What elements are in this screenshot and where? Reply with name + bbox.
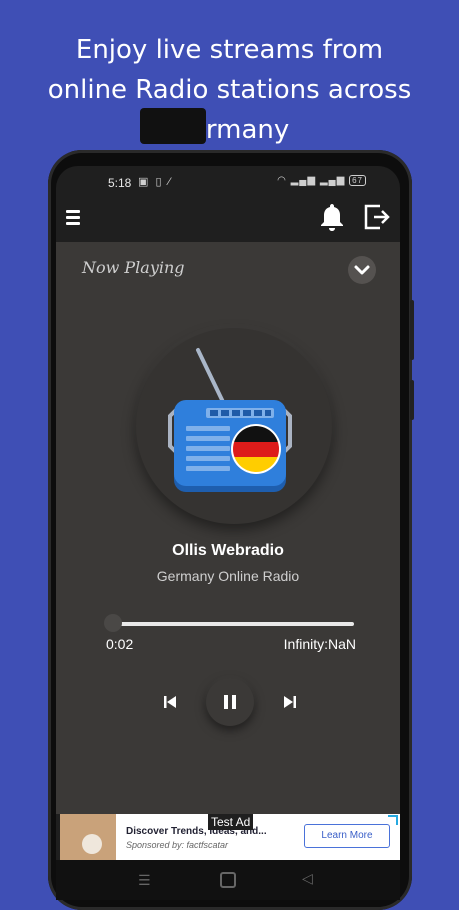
collapse-button[interactable] xyxy=(348,256,376,284)
pause-icon xyxy=(224,695,236,709)
ad-sponsor: Sponsored by: factfscatar xyxy=(126,840,229,850)
popup-camera xyxy=(140,108,206,144)
radio-germany-flag-icon xyxy=(168,348,292,492)
phone-side-button xyxy=(410,300,414,360)
promo-headline-line-3: Germany xyxy=(169,115,290,145)
ad-thumbnail xyxy=(60,814,116,860)
promo-headline: Enjoy live streams from online Radio sta… xyxy=(0,30,459,150)
promo-headline-line-1: Enjoy live streams from xyxy=(75,35,384,65)
wifi-icon: ◠ xyxy=(277,175,287,186)
pause-button[interactable] xyxy=(206,678,254,726)
total-time: Infinity:NaN xyxy=(283,636,356,652)
app-screen: 5:18 ▣ ▯ ⁄ ◠ ▂▄▆ ▂▄▆ 67 Now Playing Olli… xyxy=(56,166,400,900)
bell-icon[interactable] xyxy=(318,202,346,232)
signal-icon: ▂▄▆ xyxy=(290,175,317,186)
recent-apps-icon[interactable]: ☰ xyxy=(138,872,151,889)
back-icon[interactable]: ◁ xyxy=(302,870,313,887)
skip-previous-icon[interactable] xyxy=(162,694,178,710)
signal-icon: ▂▄▆ xyxy=(319,175,346,186)
playback-progress-handle[interactable] xyxy=(104,614,122,632)
promo-headline-line-2: online Radio stations across xyxy=(47,75,412,105)
status-time: 5:18 xyxy=(108,176,132,190)
home-icon[interactable] xyxy=(220,872,236,888)
system-nav-bar: ☰ ◁ xyxy=(56,860,400,900)
status-bar: 5:18 ▣ ▯ ⁄ ◠ ▂▄▆ ▂▄▆ 67 xyxy=(56,166,400,198)
station-description: Germany Online Radio xyxy=(156,568,300,584)
system-icons: ◠ ▂▄▆ ▂▄▆ 67 xyxy=(277,175,366,186)
battery-icon: 67 xyxy=(349,175,366,186)
phone-side-button xyxy=(410,380,414,420)
test-ad-label: Test Ad xyxy=(208,814,254,830)
current-time: 0:02 xyxy=(106,636,134,652)
notification-icons: ▣ ▯ ⁄ xyxy=(138,176,173,188)
now-playing-card: Now Playing Ollis Webradio Germany Onlin… xyxy=(56,242,400,814)
chevron-down-icon xyxy=(354,265,370,275)
logout-icon[interactable] xyxy=(362,202,392,232)
hamburger-menu-icon[interactable] xyxy=(66,210,80,226)
app-bar xyxy=(56,198,400,240)
now-playing-title: Now Playing xyxy=(82,258,185,277)
playback-progress-bar[interactable] xyxy=(120,622,354,626)
ad-choices-icon[interactable] xyxy=(388,815,398,825)
skip-next-icon[interactable] xyxy=(282,694,298,710)
ad-banner[interactable]: Discover Trends, Ideas, and... Sponsored… xyxy=(60,814,400,860)
station-name: Ollis Webradio xyxy=(172,542,284,559)
ad-learn-more-button[interactable]: Learn More xyxy=(304,824,390,848)
